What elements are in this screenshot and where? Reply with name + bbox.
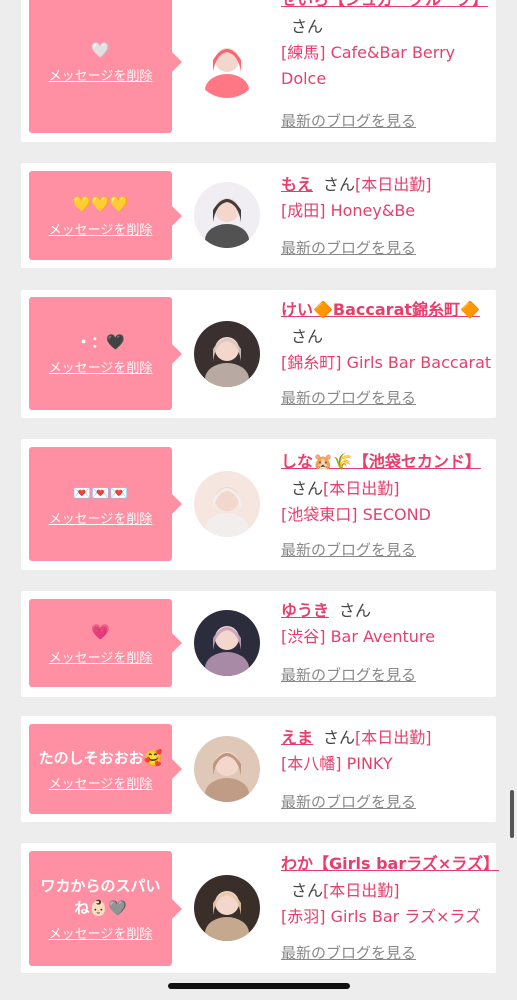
message-card: ・：🖤 メッセージを削除 けい🔶Baccarat錦糸町🔶 さん [錦糸町] Girls …: [21, 290, 496, 418]
message-text: 💗: [91, 622, 110, 641]
message-bubble: ・：🖤 メッセージを削除: [29, 297, 182, 410]
message-bubble: 💗 メッセージを削除: [29, 599, 182, 687]
message-bubble: 🤍 メッセージを削除: [29, 0, 182, 133]
working-today-badge: [本日出勤]: [323, 479, 400, 498]
cast-name-link[interactable]: けい🔶Baccarat錦糸町🔶: [281, 300, 480, 319]
message-bubble: 💛💛💛 メッセージを削除: [29, 171, 182, 260]
avatar[interactable]: [194, 736, 260, 802]
latest-blog-link[interactable]: 最新のブログを見る: [281, 664, 416, 685]
honorific: さん: [323, 175, 356, 194]
delete-message-link[interactable]: メッセージを削除: [49, 647, 153, 666]
cast-info: けい🔶Baccarat錦糸町🔶 さん [錦糸町] Girls Bar Baccara…: [281, 296, 493, 376]
delete-message-link[interactable]: メッセージを削除: [49, 923, 153, 942]
avatar[interactable]: [194, 610, 260, 676]
cast-name-link[interactable]: せいら【シュガーグループ】: [281, 0, 488, 9]
message-text: ワカからのスパいね👶🏻🩶: [40, 877, 161, 917]
delete-message-link[interactable]: メッセージを削除: [49, 773, 153, 792]
avatar[interactable]: [194, 182, 260, 248]
shop-name: [赤羽] Girls Bar ラズ×ラズ: [281, 907, 482, 926]
delete-message-link[interactable]: メッセージを削除: [49, 357, 153, 376]
message-card: 💗 メッセージを削除 ゆうき さん [渋谷] Bar Aventure 最新のブログを見る: [21, 591, 496, 697]
cast-name-link[interactable]: しな🐹🌾【池袋セカンド】: [281, 452, 481, 471]
cast-info: えま さん[本日出勤] [本八幡] PINKY: [281, 724, 493, 777]
message-card: たのしそおおお🥰 メッセージを削除 えま さん[本日出勤] [本八幡] PINKY 最新の…: [21, 716, 496, 822]
message-bubble: ワカからのスパいね👶🏻🩶 メッセージを削除: [29, 851, 182, 966]
honorific: さん: [339, 601, 372, 620]
message-bubble: たのしそおおお🥰 メッセージを削除: [29, 724, 182, 814]
latest-blog-link[interactable]: 最新のブログを見る: [281, 237, 416, 258]
delete-message-link[interactable]: メッセージを削除: [49, 508, 153, 527]
avatar[interactable]: [194, 321, 260, 387]
home-indicator: [168, 983, 350, 989]
message-card: 💌💌💌 メッセージを削除 しな🐹🌾【池袋セカンド】さん[本日出勤] [池袋東口] SE…: [21, 439, 496, 570]
cast-name-link[interactable]: わか【Girls barラズ×ラズ】: [281, 854, 499, 873]
message-text: 💛💛💛: [72, 195, 129, 213]
latest-blog-link[interactable]: 最新のブログを見る: [281, 539, 416, 560]
cast-info: もえ さん[本日出勤] [成田] Honey&Be: [281, 171, 493, 224]
latest-blog-link[interactable]: 最新のブログを見る: [281, 387, 416, 408]
scrollbar[interactable]: [510, 790, 514, 838]
message-text: ・：🖤: [76, 333, 125, 351]
working-today-badge: [本日出勤]: [355, 728, 432, 747]
message-text: 🤍: [91, 41, 110, 59]
honorific: さん: [291, 17, 324, 36]
avatar[interactable]: [194, 875, 260, 941]
message-text: 💌💌💌: [72, 483, 129, 502]
latest-blog-link[interactable]: 最新のブログを見る: [281, 791, 416, 812]
cast-info: ゆうき さん [渋谷] Bar Aventure: [281, 597, 493, 650]
shop-name: [成田] Honey&Be: [281, 201, 416, 220]
message-card: ワカからのスパいね👶🏻🩶 メッセージを削除 わか【Girls barラズ×ラズ】さん…: [21, 843, 499, 973]
cast-name-link[interactable]: えま: [281, 728, 313, 747]
cast-info: しな🐹🌾【池袋セカンド】さん[本日出勤] [池袋東口] SECOND: [281, 448, 493, 528]
avatar[interactable]: [194, 471, 260, 537]
delete-message-link[interactable]: メッセージを削除: [49, 219, 153, 238]
cast-info: せいら【シュガーグループ】さん [練馬] Cafe&Bar Berry Dolce: [281, 0, 493, 92]
shop-name: [錦糸町] Girls Bar Baccarat: [281, 353, 492, 372]
shop-name: [池袋東口] SECOND: [281, 505, 431, 524]
message-text: たのしそおおお🥰: [38, 748, 163, 767]
avatar[interactable]: [194, 32, 260, 98]
honorific: さん: [291, 881, 324, 900]
message-card: 🤍 メッセージを削除 せいら【シュガーグループ】さん [練馬] Cafe&Bar Be…: [21, 0, 496, 142]
honorific: さん: [323, 728, 356, 747]
latest-blog-link[interactable]: 最新のブログを見る: [281, 942, 416, 963]
cast-name-link[interactable]: もえ: [281, 175, 313, 194]
shop-name: [渋谷] Bar Aventure: [281, 627, 435, 646]
working-today-badge: [本日出勤]: [355, 175, 432, 194]
shop-name: [練馬] Cafe&Bar Berry Dolce: [281, 43, 456, 88]
working-today-badge: [本日出勤]: [323, 881, 400, 900]
honorific: さん: [291, 327, 324, 346]
message-bubble: 💌💌💌 メッセージを削除: [29, 447, 182, 561]
latest-blog-link[interactable]: 最新のブログを見る: [281, 110, 416, 131]
cast-name-link[interactable]: ゆうき: [281, 601, 329, 620]
message-card: 💛💛💛 メッセージを削除 もえ さん[本日出勤] [成田] Honey&Be 最新のブログ…: [21, 163, 496, 268]
honorific: さん: [291, 479, 324, 498]
shop-name: [本八幡] PINKY: [281, 754, 393, 773]
delete-message-link[interactable]: メッセージを削除: [49, 65, 153, 84]
cast-info: わか【Girls barラズ×ラズ】さん[本日出勤] [赤羽] Girls Bar…: [281, 850, 499, 930]
